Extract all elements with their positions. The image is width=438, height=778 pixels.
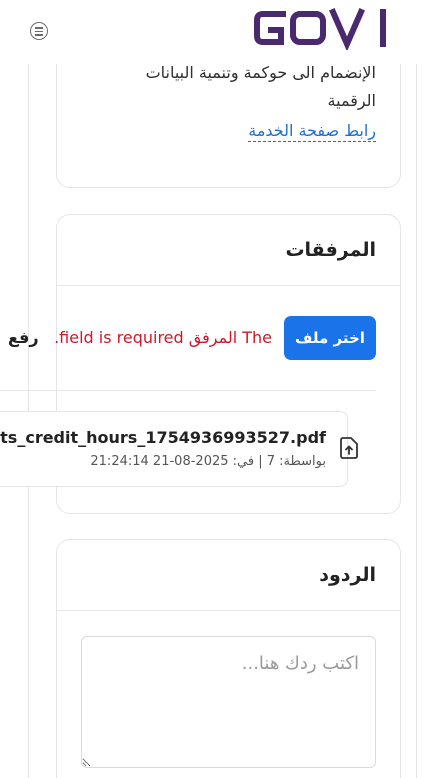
service-page-link[interactable]: رابط صفحة الخدمة bbox=[248, 121, 376, 142]
choose-file-button[interactable]: اختر ملف bbox=[284, 316, 376, 360]
card-divider bbox=[57, 285, 400, 286]
govi-logo bbox=[254, 8, 386, 50]
attachment-error-message: The المرفق field is required. bbox=[54, 328, 272, 347]
attachment-file-name[interactable]: ...ements_credit_hours_1754936993527.pdf bbox=[0, 428, 326, 447]
menu-icon[interactable] bbox=[30, 22, 48, 40]
card-divider bbox=[57, 610, 400, 611]
attachment-file-meta: بواسطة: 7 | في: 2025-08-21 21:24:14 bbox=[90, 454, 326, 469]
upload-button-label[interactable]: رفع bbox=[8, 328, 39, 347]
file-upload-icon bbox=[340, 437, 358, 459]
service-description: الإنضمام الى حوكمة وتنمية البيانات الرقم… bbox=[145, 64, 376, 110]
attachments-title: المرفقات bbox=[285, 239, 376, 261]
top-header bbox=[0, 0, 438, 64]
service-card: الإنضمام الى حوكمة وتنمية البيانات الرقم… bbox=[56, 64, 401, 188]
reply-textarea[interactable] bbox=[81, 636, 376, 768]
divider-right bbox=[416, 64, 417, 778]
replies-title: الردود bbox=[319, 564, 376, 586]
replies-card: الردود bbox=[56, 539, 401, 778]
content-area[interactable]: الإنضمام الى حوكمة وتنمية البيانات الرقم… bbox=[0, 64, 438, 778]
attachment-file-item[interactable] bbox=[0, 411, 348, 487]
attachments-divider bbox=[0, 390, 376, 391]
